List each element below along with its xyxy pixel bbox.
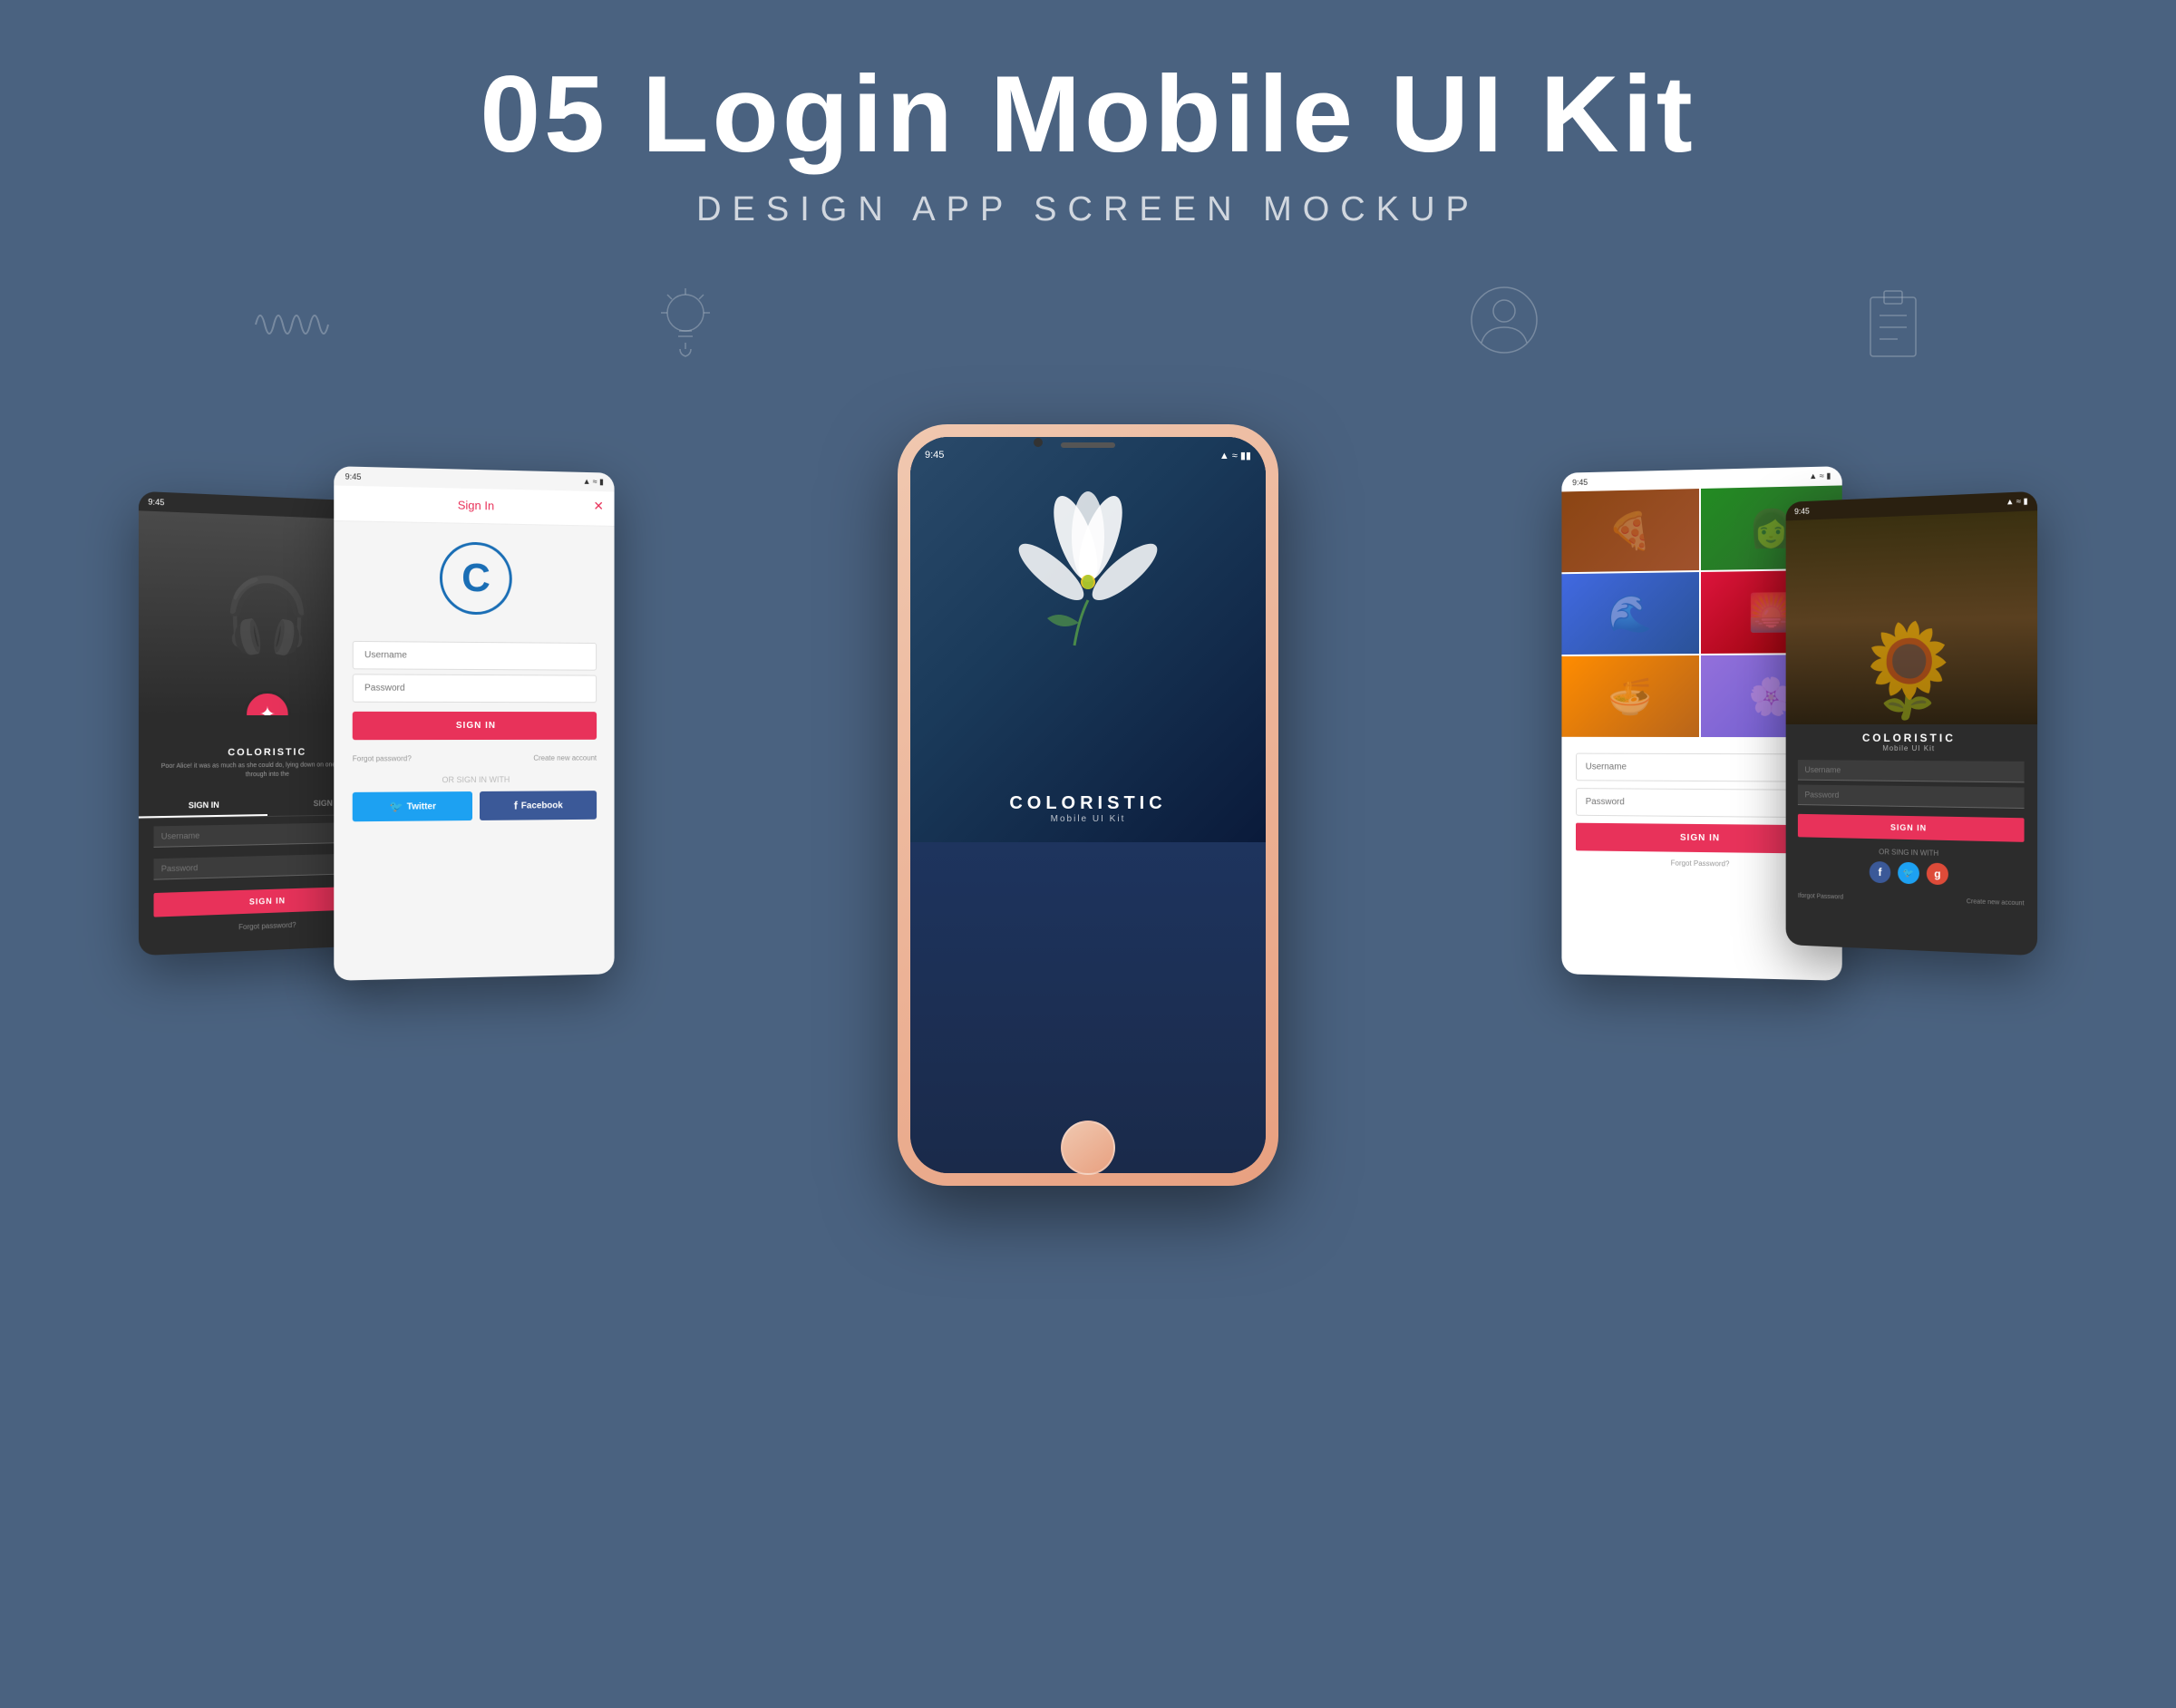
screen2-create-account[interactable]: Create new account: [533, 754, 597, 762]
screen5-social-icons: f 🐦 g: [1786, 859, 2037, 888]
screen3-wrapper: 9:45 ▲ ≈ ▮▮: [898, 424, 1278, 1186]
screen2-close-button[interactable]: ✕: [593, 499, 603, 514]
screen2-time: 9:45: [345, 471, 362, 481]
phone-inner: 9:45 ▲ ≈ ▮▮: [910, 437, 1266, 1173]
speaker-icon: [1061, 442, 1115, 448]
photo-1: 🍕: [1561, 489, 1699, 572]
screen5-twitter-icon[interactable]: 🐦: [1898, 862, 1919, 885]
screen5-time: 9:45: [1794, 506, 1810, 515]
screen5-password-input[interactable]: [1798, 785, 2025, 810]
screen2-links: Forgot password? Create new account: [334, 749, 614, 769]
screen5-forgot[interactable]: Iforgot Password: [1798, 893, 1843, 901]
screen5-brand: COLORISTIC: [1786, 732, 2037, 745]
screen4-time: 9:45: [1572, 477, 1588, 486]
sunflower-icon: 🌻: [1853, 617, 1965, 724]
clipboard-icon: [1861, 284, 1925, 370]
screen2-logo-area: C: [334, 521, 614, 638]
screen2-title: Sign In: [458, 499, 494, 513]
icons-row: [0, 257, 2176, 397]
screen2-twitter-button[interactable]: 🐦 Twitter: [353, 791, 472, 821]
screen1-signin-tab[interactable]: SIGN IN: [139, 794, 267, 819]
screen5-brand-area: COLORISTIC Mobile UI Kit: [1786, 724, 2037, 757]
photo-5: 🍜: [1561, 655, 1699, 737]
page-header: 05 Login Mobile UI Kit DESIGN APP SCREEN…: [0, 0, 2176, 257]
person-icon: [1468, 284, 1540, 370]
screen2-username-input[interactable]: [353, 641, 597, 671]
screen1-logo: ✦: [244, 691, 290, 715]
sub-title: DESIGN APP SCREEN MOCKUP: [0, 190, 2176, 229]
phone-outer: 9:45 ▲ ≈ ▮▮: [898, 424, 1278, 1186]
screen2-header: Sign In ✕: [334, 485, 614, 526]
screen2-password-input[interactable]: [353, 674, 597, 703]
main-title: 05 Login Mobile UI Kit: [0, 54, 2176, 174]
screen3-signal: ▲ ≈ ▮▮: [1219, 450, 1251, 461]
screen5-signal: ▲ ≈ ▮: [2006, 496, 2028, 507]
screen2-logo: C: [440, 541, 512, 615]
screen5-create-account[interactable]: Create new account: [1967, 898, 2025, 907]
home-button[interactable]: [1061, 1121, 1115, 1175]
screen5-signin-button[interactable]: SIGN IN: [1798, 814, 2025, 842]
screen5-or-text: OR SING IN WITH: [1786, 846, 2037, 860]
screen2-signin-button[interactable]: SIGN IN: [353, 712, 597, 740]
screen4-signal: ▲ ≈ ▮: [1809, 471, 1831, 482]
photo-3: 🌊: [1561, 572, 1699, 655]
screen5: 9:45 ▲ ≈ ▮ 🌻 COLORISTIC Mobile UI Kit SI…: [1786, 491, 2037, 956]
screen5-facebook-icon[interactable]: f: [1870, 861, 1891, 884]
headphones-icon: 🎧: [222, 572, 312, 659]
screen2-forgot[interactable]: Forgot password?: [353, 754, 412, 762]
screens-container: 9:45 ▲ ≈ ▮ 🎧 ✦ COLORISTIC Poor Alice! it…: [0, 406, 2176, 1358]
screen3-brand-sub: Mobile UI Kit: [910, 814, 1266, 824]
lily-icon: [910, 464, 1266, 682]
screen2: 9:45 ▲ ≈ ▮ Sign In ✕ C SIGN IN Forgot pa…: [334, 466, 614, 981]
screen3-brand: COLORISTIC: [910, 793, 1266, 814]
screen5-google-icon[interactable]: g: [1927, 863, 1948, 886]
screen2-social-buttons: 🐦 Twitter f Facebook: [353, 791, 597, 821]
screen5-brand-sub: Mobile UI Kit: [1786, 743, 2037, 752]
screen3-flower-bg: COLORISTIC Mobile UI Kit: [910, 437, 1266, 842]
screen5-links: Iforgot Password Create new account: [1786, 888, 2037, 913]
screen5-bg: 🌻: [1786, 510, 2037, 724]
screen2-or-text: OR SIGN IN WITH: [334, 774, 614, 785]
screen5-username-input[interactable]: [1798, 760, 2025, 782]
screen2-signal: ▲ ≈ ▮: [583, 477, 604, 487]
sound-wave-icon: [251, 297, 333, 356]
lightbulb-icon: [654, 284, 717, 370]
twitter-bird-icon: 🐦: [389, 801, 403, 813]
screen2-facebook-button[interactable]: f Facebook: [480, 791, 597, 820]
camera-icon: [1034, 438, 1043, 447]
screen3-time: 9:45: [925, 450, 944, 461]
screen1-time: 9:45: [148, 497, 164, 507]
screen3-content: 9:45 ▲ ≈ ▮▮: [910, 437, 1266, 1173]
facebook-f-icon: f: [514, 800, 518, 812]
